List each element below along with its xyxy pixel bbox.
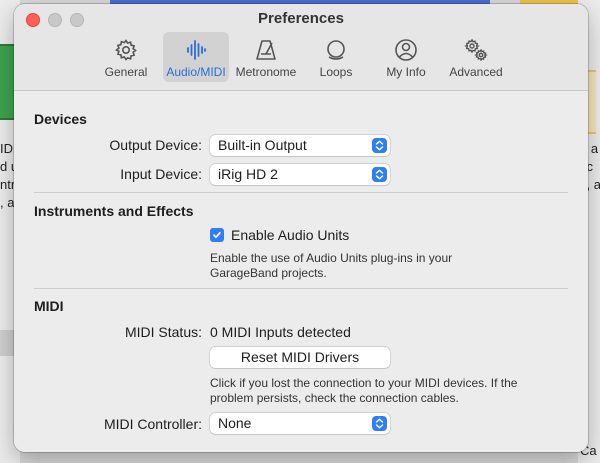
midi-heading: MIDI — [34, 298, 64, 314]
chevron-updown-icon — [372, 167, 387, 182]
midi-controller-label: MIDI Controller: — [103, 416, 202, 432]
tab-label: General — [104, 65, 148, 79]
preferences-toolbar: General Audio/MIDI Metronome Loops My In… — [14, 32, 588, 82]
enable-audio-units-checkbox[interactable]: Enable Audio Units — [210, 227, 349, 243]
enable-audio-units-label: Enable Audio Units — [231, 227, 350, 243]
tab-general[interactable]: General — [93, 32, 159, 82]
preferences-window: Preferences General Audio/MIDI Metronome… — [14, 4, 588, 452]
background-text: ntr — [0, 177, 16, 192]
tab-label: Audio/MIDI — [166, 65, 226, 79]
midi-help-text: Click if you lost the connection to your… — [210, 376, 517, 406]
help-line: Click if you lost the connection to your… — [210, 376, 518, 390]
waveform-icon — [187, 40, 206, 60]
audio-units-help-text: Enable the use of Audio Units plug-ins i… — [210, 251, 452, 281]
help-line: problem persists, check the connection c… — [210, 391, 459, 405]
input-device-select[interactable]: iRig HD 2 — [210, 164, 390, 185]
section-divider — [34, 192, 568, 193]
gears-icon — [464, 38, 488, 62]
loops-icon — [327, 40, 345, 60]
section-divider — [34, 288, 568, 289]
window-title: Preferences — [258, 10, 344, 27]
gear-icon — [115, 39, 137, 61]
titlebar: Preferences General Audio/MIDI Metronome… — [14, 4, 588, 91]
output-device-label: Output Device: — [109, 137, 202, 153]
midi-controller-select[interactable]: None — [210, 413, 390, 434]
metronome-icon — [256, 40, 276, 60]
midi-status-label: MIDI Status: — [124, 324, 202, 340]
tab-audio-midi[interactable]: Audio/MIDI — [163, 32, 229, 82]
tab-label: Metronome — [235, 65, 297, 79]
output-device-select[interactable]: Built-in Output — [210, 135, 390, 156]
chevron-updown-icon — [372, 138, 387, 153]
tab-label: My Info — [386, 65, 426, 79]
tab-label: Advanced — [449, 65, 503, 79]
input-device-value: iRig HD 2 — [218, 166, 278, 182]
reset-midi-drivers-button[interactable]: Reset MIDI Drivers — [210, 347, 390, 368]
output-device-value: Built-in Output — [218, 137, 307, 153]
instruments-heading: Instruments and Effects — [34, 203, 194, 219]
checkmark-icon — [210, 228, 224, 242]
tab-my-info[interactable]: My Info — [373, 32, 439, 82]
midi-status-value: 0 MIDI Inputs detected — [210, 324, 351, 340]
audio-midi-pane: Devices Output Device: Built-in Output I… — [14, 91, 588, 452]
midi-controller-value: None — [218, 415, 252, 431]
tab-label: Loops — [319, 65, 353, 79]
person-icon — [395, 39, 417, 61]
help-line: GarageBand projects. — [210, 266, 327, 280]
input-device-label: Input Device: — [120, 166, 202, 182]
devices-heading: Devices — [34, 111, 87, 127]
tab-metronome[interactable]: Metronome — [233, 32, 299, 82]
chevron-updown-icon — [372, 416, 387, 431]
tab-loops[interactable]: Loops — [303, 32, 369, 82]
background-text: , a — [0, 195, 15, 210]
help-line: Enable the use of Audio Units plug-ins i… — [210, 251, 453, 265]
tab-advanced[interactable]: Advanced — [443, 32, 509, 82]
